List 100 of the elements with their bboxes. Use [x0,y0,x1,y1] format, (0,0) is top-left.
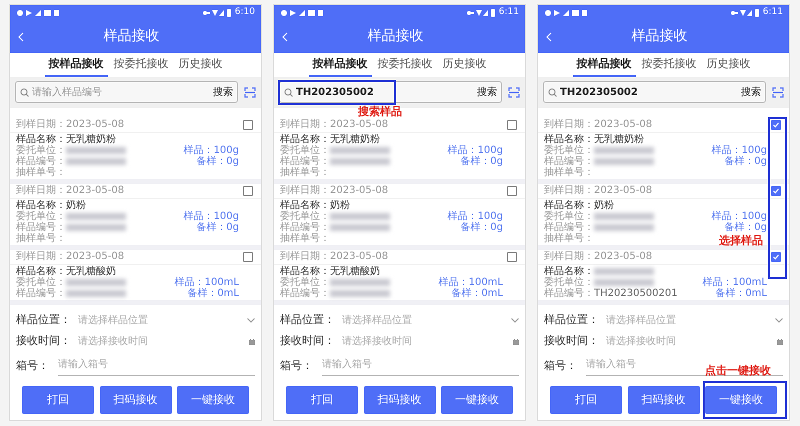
field-label: 样品编号： [280,222,330,233]
amount-text: 备样：0g [195,156,239,167]
back-icon[interactable] [18,32,24,42]
signal-battery-drawing [202,8,231,17]
calendar-icon[interactable] [513,338,519,344]
amount-text: 备样：0g [459,156,503,167]
checkbox[interactable] [507,120,517,130]
back-icon[interactable] [282,32,288,42]
field-label: 样品名称： [544,134,594,145]
amount-text: 样品：100g [712,144,767,156]
tab[interactable]: 按委托接收 [638,53,700,77]
scan-icon[interactable] [772,86,784,98]
field-label: 委托单位： [280,210,330,222]
form-label: 样品位置： [280,312,336,328]
sample-name: 无乳糖酸奶 [66,266,116,277]
field-label: 样品编号： [16,222,66,233]
search-field[interactable]: 请输入样品编号 搜索 [15,81,238,104]
annotation-text: 选择样品 [719,233,763,249]
field-label: 样品编号： [16,288,66,299]
box-number-field[interactable]: 请输入箱号 [322,356,519,376]
scan-icon[interactable] [508,86,520,98]
amount-text: 样品：100mL [702,276,767,288]
status-icons-drawing [280,8,324,17]
location-select[interactable]: 请选择样品位置 [342,313,507,328]
scan-icon[interactable] [244,86,256,98]
checkbox[interactable] [243,186,253,196]
search-button[interactable]: 搜索 [213,84,233,100]
status-icons-drawing [544,8,588,17]
search-button[interactable]: 搜索 [477,84,497,100]
sample-name: 奶粉 [330,200,350,211]
action-button[interactable]: 打回 [286,386,358,414]
amount-text: 样品：100g [448,210,503,222]
field-label: 样品编号： [544,222,594,233]
sample-name: 奶粉 [66,200,86,211]
chevron-down-icon[interactable] [247,318,255,323]
action-button[interactable]: 扫码接收 [364,386,436,414]
status-time: 6:11 [498,6,519,19]
form-label: 接收时间： [544,333,600,350]
field-label: 样品编号： [280,156,330,167]
action-button[interactable]: 扫码接收 [100,386,172,414]
tab[interactable]: 按委托接收 [110,53,172,77]
signal-battery-drawing [730,8,759,17]
time-picker[interactable]: 请选择接收时间 [342,334,509,349]
field-label: 样品名称： [544,266,594,277]
tab[interactable]: 历史接收 [174,53,226,77]
field-label: 样品名称： [16,200,66,211]
checkbox[interactable] [507,186,517,196]
action-button[interactable]: 扫码接收 [628,386,700,414]
action-button[interactable]: 打回 [22,386,94,414]
date-label: 到样日期： [280,184,330,198]
action-button[interactable]: 一键接收 [441,386,513,414]
tab[interactable]: 历史接收 [702,53,754,77]
chevron-down-icon[interactable] [775,318,783,323]
location-select[interactable]: 请选择样品位置 [78,313,243,328]
search-field[interactable]: TH202305002 搜索 [279,81,502,104]
time-picker[interactable]: 请选择接收时间 [606,334,773,349]
status-icons-drawing [16,8,60,17]
search-icon [284,88,293,97]
form-label: 接收时间： [16,333,72,350]
checkbox[interactable] [771,252,781,262]
field-label: 抽样单号： [16,166,66,178]
calendar-icon[interactable] [249,338,255,344]
date-value: 2023-05-08 [330,250,388,264]
location-select[interactable]: 请选择样品位置 [606,313,771,328]
date-value: 2023-05-08 [66,184,124,198]
status-time: 6:10 [234,6,255,19]
checkbox[interactable] [243,252,253,262]
checkbox[interactable] [771,186,781,196]
field-label: 委托单位： [544,210,594,222]
search-field[interactable]: TH202305002 搜索 [543,81,766,104]
action-button[interactable]: 一键接收 [705,386,777,414]
tab[interactable]: 历史接收 [438,53,490,77]
date-value: 2023-05-08 [594,184,652,198]
field-label: 样品名称： [544,200,594,211]
date-label: 到样日期： [280,118,330,132]
back-icon[interactable] [546,32,552,42]
action-button[interactable]: 一键接收 [177,386,249,414]
checkbox[interactable] [243,120,253,130]
sample-name: 无乳糖奶粉 [330,134,380,145]
checkbox[interactable] [507,252,517,262]
field-label: 样品名称： [16,134,66,145]
checkbox[interactable] [771,120,781,130]
amount-text: 样品：100g [184,144,239,156]
field-label: 委托单位： [544,276,594,288]
sample-name: 无乳糖奶粉 [594,134,644,145]
amount-text: 样品：100g [448,144,503,156]
form-label: 箱号： [16,358,50,374]
calendar-icon[interactable] [777,338,783,344]
search-button[interactable]: 搜索 [741,84,761,100]
chevron-down-icon[interactable] [511,318,519,323]
field-label: 样品名称： [280,266,330,277]
form-label: 接收时间： [280,333,336,350]
date-label: 到样日期： [544,250,594,264]
box-number-field[interactable]: 请输入箱号 [58,356,255,376]
amount-text: 备样：0g [459,222,503,233]
amount-text: 样品：100mL [174,276,239,288]
action-button[interactable]: 打回 [550,386,622,414]
field-label: 样品名称： [280,134,330,145]
time-picker[interactable]: 请选择接收时间 [78,334,245,349]
tab[interactable]: 按委托接收 [374,53,436,77]
